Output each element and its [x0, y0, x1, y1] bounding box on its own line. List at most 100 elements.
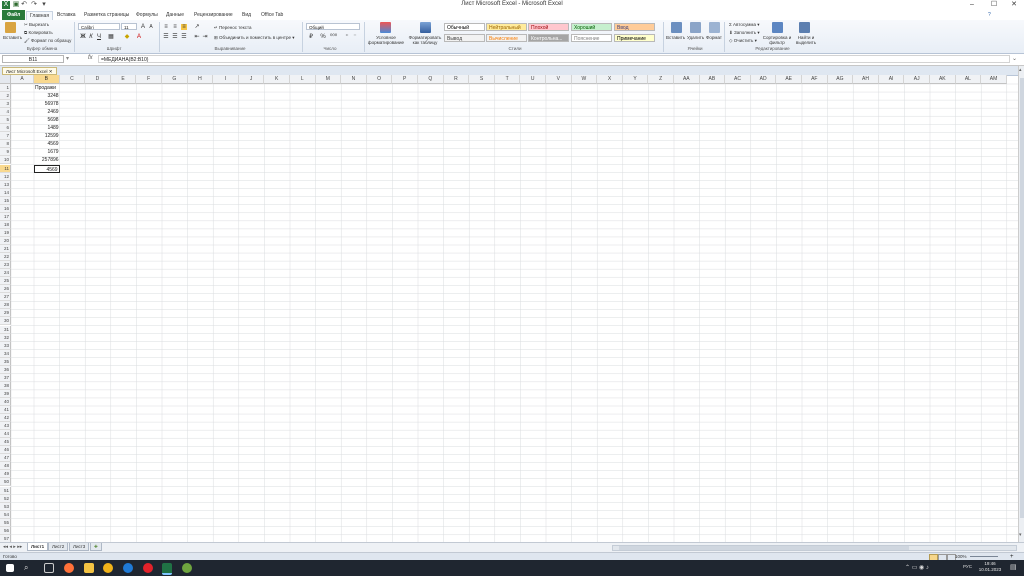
increase-indent-icon[interactable]: ⇥ [202, 34, 208, 40]
row-header-43[interactable]: 43 [0, 422, 11, 431]
row-header-3[interactable]: 3 [0, 100, 11, 109]
horizontal-scroll-thumb[interactable] [619, 546, 909, 550]
column-header-h[interactable]: H [187, 75, 214, 84]
column-header-y[interactable]: Y [622, 75, 649, 84]
row-header-41[interactable]: 41 [0, 406, 11, 414]
conditional-formatting-icon[interactable] [380, 22, 391, 33]
column-header-ag[interactable]: AG [827, 75, 854, 84]
column-header-q[interactable]: Q [418, 75, 444, 84]
align-center-icon[interactable]: ☰ [172, 34, 178, 40]
cell-style-10[interactable]: Примечание [614, 34, 655, 42]
edge-icon[interactable] [123, 563, 133, 573]
row-header-44[interactable]: 44 [0, 430, 11, 439]
row-header-23[interactable]: 23 [0, 261, 11, 270]
scroll-up-icon[interactable]: ▴ [1019, 67, 1022, 73]
row-header-7[interactable]: 7 [0, 132, 11, 141]
row-header-35[interactable]: 35 [0, 357, 11, 366]
percent-icon[interactable]: % [320, 34, 326, 40]
conditional-formatting-button[interactable]: Условное форматирование [364, 35, 408, 45]
tab-view[interactable]: Вид [239, 11, 254, 20]
borders-icon[interactable]: ▦ [108, 34, 114, 40]
row-header-39[interactable]: 39 [0, 389, 11, 398]
sheet-tab-3[interactable]: Лист3 [69, 543, 90, 551]
cell-b9[interactable]: 1679 [34, 148, 60, 156]
font-size-combo[interactable]: 11 [121, 23, 137, 30]
cell-b5[interactable]: 5698 [34, 116, 60, 124]
column-header-ac[interactable]: AC [725, 75, 751, 84]
column-header-f[interactable]: F [136, 75, 162, 84]
column-header-w[interactable]: W [571, 75, 598, 84]
column-header-d[interactable]: D [85, 75, 111, 84]
tab-page-layout[interactable]: Разметка страницы [81, 11, 132, 20]
search-icon[interactable]: ⌕ [24, 563, 34, 573]
currency-icon[interactable]: ₽ [308, 34, 314, 40]
cell-style-7[interactable]: Вычисление [486, 34, 527, 42]
italic-button[interactable]: К [88, 34, 94, 40]
row-header-1[interactable]: 1 [0, 84, 11, 92]
row-header-21[interactable]: 21 [0, 245, 11, 253]
cell-b8[interactable]: 4569 [34, 140, 60, 148]
orientation-icon[interactable]: ↗ [194, 24, 200, 30]
clock[interactable]: 19:46 10.01.2023 [970, 561, 1010, 573]
app-taskbar-icon[interactable] [182, 563, 192, 573]
notifications-icon[interactable]: ▤ [1010, 563, 1017, 571]
thousands-icon[interactable]: ⁰⁰⁰ [330, 34, 337, 40]
merge-center-button[interactable]: ⊞ Объединить и поместить в центре ▾ [214, 35, 295, 41]
column-header-ad[interactable]: AD [750, 75, 777, 84]
vertical-scrollbar[interactable]: ▴ ▾ [1018, 66, 1024, 542]
column-header-v[interactable]: V [546, 75, 572, 84]
row-header-32[interactable]: 32 [0, 333, 11, 342]
row-header-10[interactable]: 10 [0, 156, 11, 165]
task-view-icon[interactable] [44, 563, 54, 573]
row-header-57[interactable]: 57 [0, 534, 11, 542]
row-header-31[interactable]: 31 [0, 325, 11, 334]
cell-style-9[interactable]: Пояснение [571, 34, 612, 42]
row-header-2[interactable]: 2 [0, 92, 11, 101]
column-header-ae[interactable]: AE [776, 75, 802, 84]
row-header-46[interactable]: 46 [0, 446, 11, 455]
row-header-25[interactable]: 25 [0, 277, 11, 286]
insert-cells-icon[interactable] [671, 22, 682, 33]
tab-formulas[interactable]: Формулы [133, 11, 161, 20]
row-header-54[interactable]: 54 [0, 510, 11, 519]
column-header-aj[interactable]: AJ [904, 75, 930, 84]
row-header-15[interactable]: 15 [0, 196, 11, 205]
system-tray-icons[interactable]: ⌃ ▭ ◉ ♪ [905, 564, 929, 571]
align-right-icon[interactable]: ☰ [181, 34, 187, 40]
column-header-l[interactable]: L [290, 75, 316, 84]
row-header-6[interactable]: 6 [0, 124, 11, 133]
column-header-aa[interactable]: AA [674, 75, 700, 84]
align-top-icon[interactable]: ≡ [163, 24, 169, 30]
cell-b2[interactable]: 3248 [34, 92, 60, 100]
column-header-ak[interactable]: AK [930, 75, 956, 84]
find-select-button[interactable]: Найти и выделить [793, 35, 819, 45]
wrap-text-button[interactable]: ↵ Перенос текста [214, 25, 252, 31]
underline-button[interactable]: Ч [96, 34, 102, 40]
cell-b3[interactable]: 56978 [34, 100, 60, 108]
row-header-28[interactable]: 28 [0, 301, 11, 310]
sheet-tab-2[interactable]: Лист2 [48, 543, 69, 551]
cell-b10[interactable]: 257896 [34, 156, 60, 164]
align-left-icon[interactable]: ☰ [163, 34, 169, 40]
delete-cells-icon[interactable] [690, 22, 701, 33]
tab-insert[interactable]: Вставка [54, 11, 79, 20]
font-name-combo[interactable]: Calibri [78, 23, 120, 30]
row-header-14[interactable]: 14 [0, 188, 11, 197]
select-all-corner[interactable] [0, 75, 11, 84]
row-header-17[interactable]: 17 [0, 212, 11, 221]
column-header-i[interactable]: I [213, 75, 239, 84]
sheet-nav-arrows-icon[interactable]: ◂◂ ◂ ▸ ▸▸ [3, 543, 22, 551]
windows-start-icon[interactable] [6, 564, 14, 572]
name-box-dropdown-icon[interactable]: ▾ [66, 55, 69, 62]
decrease-indent-icon[interactable]: ⇤ [194, 34, 200, 40]
column-header-z[interactable]: Z [648, 75, 674, 84]
cell-style-6[interactable]: Вывод [444, 34, 485, 42]
format-painter-button[interactable]: 🖌 Формат по образцу [24, 38, 71, 44]
column-header-ah[interactable]: AH [853, 75, 879, 84]
tab-review[interactable]: Рецензирование [191, 11, 236, 20]
chrome-icon[interactable] [103, 563, 113, 573]
row-header-18[interactable]: 18 [0, 220, 11, 229]
column-header-o[interactable]: O [366, 75, 393, 84]
row-header-34[interactable]: 34 [0, 349, 11, 358]
row-header-53[interactable]: 53 [0, 502, 11, 511]
